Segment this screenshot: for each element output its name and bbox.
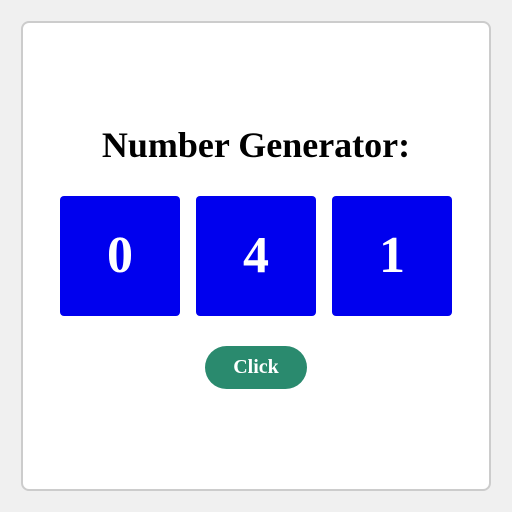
number-box-2: 1 [332, 196, 452, 316]
numbers-row: 0 4 1 [60, 196, 452, 316]
click-button[interactable]: Click [205, 346, 307, 389]
page-title: Number Generator: [102, 124, 410, 166]
number-digit-0: 0 [107, 226, 133, 285]
number-digit-2: 1 [379, 226, 405, 285]
number-box-1: 4 [196, 196, 316, 316]
number-digit-1: 4 [243, 226, 269, 285]
number-box-0: 0 [60, 196, 180, 316]
app-container: Number Generator: 0 4 1 Click [21, 21, 491, 491]
